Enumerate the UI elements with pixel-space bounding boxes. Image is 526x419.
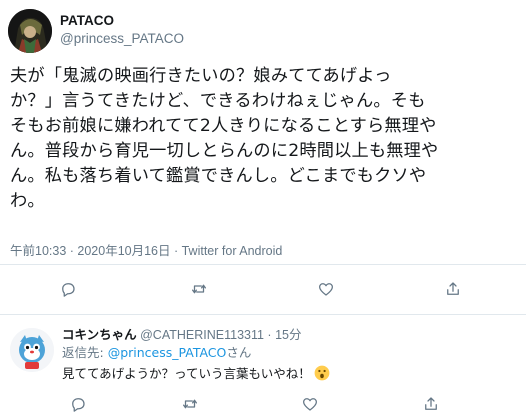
reply-icon bbox=[62, 283, 75, 297]
avatar[interactable] bbox=[10, 328, 54, 372]
tweet-text-line: わ。 bbox=[10, 191, 45, 211]
reply-to-suffix: さん bbox=[226, 345, 252, 360]
user-handle[interactable]: @CATHERINE113311 · 15分 bbox=[137, 328, 301, 342]
like-button[interactable] bbox=[314, 277, 338, 301]
reply-button[interactable] bbox=[66, 392, 90, 416]
share-button[interactable] bbox=[441, 277, 465, 301]
main-tweet: PATACO @princess_PATACO 夫が「鬼滅の映画行きたいの？娘み… bbox=[0, 0, 526, 316]
reply-to-link[interactable]: @princess_PATACO bbox=[108, 345, 227, 360]
like-button[interactable] bbox=[298, 392, 322, 416]
tweet-text-line: か？」言うてきたけど、できるわけねぇじゃん。そも bbox=[10, 91, 426, 111]
reply-to: 返信先: @princess_PATACOさん bbox=[62, 345, 251, 361]
share-icon bbox=[447, 282, 459, 295]
retweet-button[interactable] bbox=[187, 277, 211, 301]
reply-text-body: 見ててあげようか？っていう言葉もいやね！ bbox=[62, 366, 311, 381]
tweet-text-line: そもお前娘に嫌われてて2人きりになることすら無理や bbox=[10, 116, 437, 136]
display-name[interactable]: PATACO bbox=[60, 12, 184, 29]
avatar[interactable] bbox=[8, 9, 52, 53]
tweet-text-line: 夫が「鬼滅の映画行きたいの？娘みててあげよっ bbox=[10, 66, 392, 86]
reply-header: コキンちゃん @CATHERINE113311 · 15分 bbox=[62, 327, 301, 343]
tweet-text-line: ん。私も落ち着いて鑑賞できんし。どこまでもクソや bbox=[10, 166, 427, 186]
reply-icon bbox=[72, 398, 85, 412]
avatar-image bbox=[10, 328, 54, 372]
user-handle[interactable]: @princess_PATACO bbox=[60, 30, 184, 48]
reply-tweet: コキンちゃん @CATHERINE113311 · 15分 返信先: @prin… bbox=[0, 316, 526, 419]
reply-text: 見ててあげようか？っていう言葉もいやね！ bbox=[62, 365, 330, 383]
divider bbox=[0, 264, 526, 265]
retweet-icon bbox=[182, 399, 198, 409]
share-button[interactable] bbox=[419, 392, 443, 416]
retweet-icon bbox=[191, 284, 207, 294]
reply-actions bbox=[0, 392, 526, 418]
tweet-text: 夫が「鬼滅の映画行きたいの？娘みててあげよっ か？」言うてきたけど、できるわけね… bbox=[10, 64, 520, 214]
like-icon bbox=[302, 398, 318, 411]
retweet-button[interactable] bbox=[178, 392, 202, 416]
surprised-face-emoji-icon bbox=[314, 365, 330, 381]
display-name[interactable]: コキンちゃん bbox=[62, 327, 137, 342]
tweet-text-line: ん。普段から育児一切しとらんのに2時間以上も無理や bbox=[10, 141, 439, 161]
reply-to-prefix: 返信先: bbox=[62, 345, 108, 360]
tweet-actions bbox=[0, 277, 526, 303]
tweet-timestamp[interactable]: 午前10:33 · 2020年10月16日 · Twitter for Andr… bbox=[10, 240, 282, 259]
share-icon bbox=[425, 397, 437, 410]
divider bbox=[0, 314, 526, 315]
avatar-image bbox=[8, 9, 52, 53]
like-icon bbox=[318, 283, 334, 296]
reply-button[interactable] bbox=[56, 277, 80, 301]
